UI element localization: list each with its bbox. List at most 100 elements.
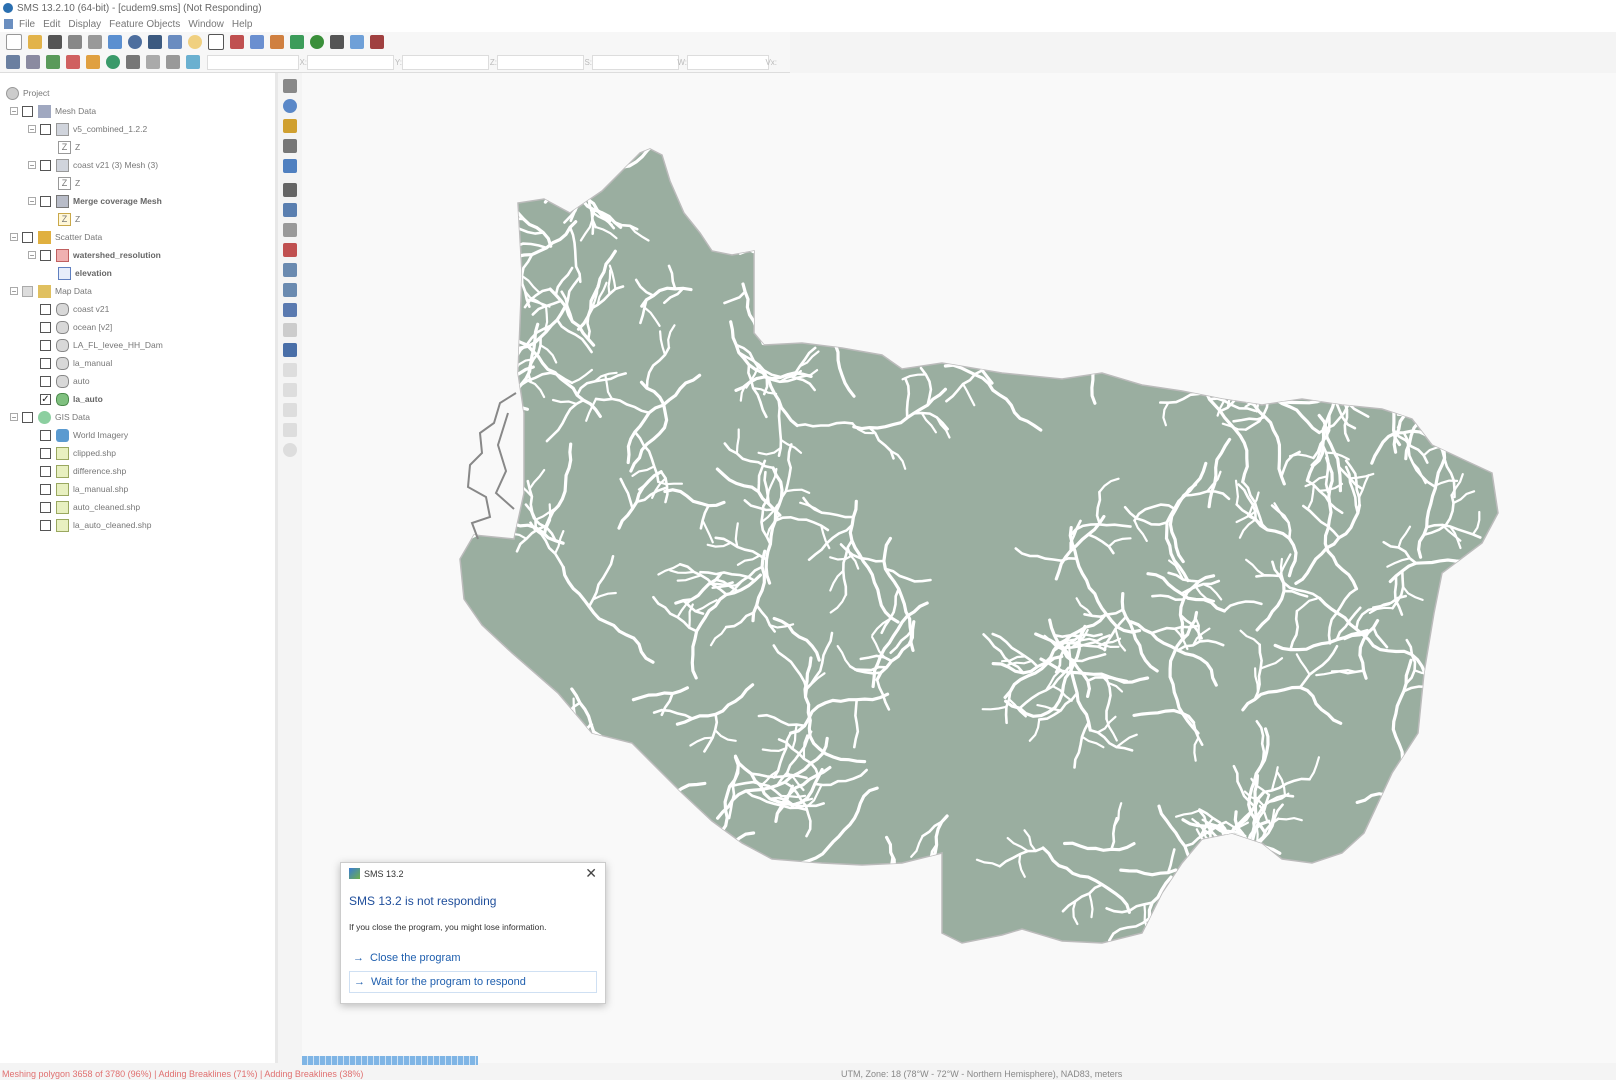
tree-item-map-data[interactable]: − Map Data: [10, 283, 92, 299]
measure-icon[interactable]: [283, 139, 297, 153]
curvilinear-module-icon[interactable]: [186, 55, 200, 69]
collapse-toggle[interactable]: −: [28, 197, 36, 206]
zoom-tool-icon[interactable]: [283, 99, 297, 113]
pan-icon[interactable]: [283, 79, 297, 93]
visibility-checkbox[interactable]: [40, 339, 51, 351]
toolbox-icon[interactable]: [370, 35, 384, 49]
tools-icon[interactable]: [330, 35, 344, 49]
visibility-checkbox[interactable]: [40, 123, 51, 135]
select-feature-icon[interactable]: [283, 203, 297, 217]
cartesian-grid-icon[interactable]: [26, 55, 40, 69]
tree-item-elevation[interactable]: elevation: [58, 265, 112, 281]
visibility-checkbox[interactable]: [40, 321, 51, 333]
select-vertex-icon[interactable]: [283, 263, 297, 277]
gis-module-icon[interactable]: [106, 55, 120, 69]
tree-project[interactable]: Project: [6, 85, 49, 101]
collapse-toggle[interactable]: −: [10, 413, 18, 422]
tree-item-ocean-v2[interactable]: ocean [v2]: [40, 319, 112, 335]
collapse-toggle[interactable]: −: [10, 107, 18, 116]
visibility-checkbox[interactable]: [40, 303, 51, 315]
menu-help[interactable]: Help: [232, 19, 253, 30]
visibility-checkbox[interactable]: [40, 159, 51, 171]
display-options-icon[interactable]: [148, 35, 162, 49]
1d-grid-module-icon[interactable]: [166, 55, 180, 69]
tree-item-la-auto-cleaned-shp[interactable]: la_auto_cleaned.shp: [40, 517, 151, 533]
tree-item-auto[interactable]: auto: [40, 373, 90, 389]
plot-icon[interactable]: [230, 35, 244, 49]
visibility-checkbox[interactable]: [40, 195, 51, 207]
panel-splitter[interactable]: [275, 73, 278, 1063]
tree-item-scatter-data[interactable]: − Scatter Data: [10, 229, 102, 245]
visibility-checkbox[interactable]: [40, 483, 51, 495]
close-program-button[interactable]: → Close the program: [349, 947, 597, 969]
visibility-checkbox[interactable]: [40, 447, 51, 459]
menu-edit[interactable]: Edit: [43, 19, 60, 30]
save-icon[interactable]: [48, 35, 62, 49]
visibility-checkbox-checked[interactable]: ✓: [40, 393, 51, 405]
delete-icon[interactable]: [88, 35, 102, 49]
s-field[interactable]: S:: [497, 54, 592, 70]
visibility-checkbox[interactable]: [40, 375, 51, 387]
tree-item-v5-combined[interactable]: − v5_combined_1.2.2: [28, 121, 147, 137]
select-arc-icon[interactable]: [283, 283, 297, 297]
tree-item-auto-cleaned-shp[interactable]: auto_cleaned.shp: [40, 499, 140, 515]
w-field[interactable]: W:: [592, 54, 687, 70]
contour-icon[interactable]: [250, 35, 264, 49]
quadtree-module-icon[interactable]: [146, 55, 160, 69]
tree-item-watershed-resolution[interactable]: − watershed_resolution: [28, 247, 161, 263]
wait-program-button[interactable]: → Wait for the program to respond: [349, 971, 597, 993]
globe-icon[interactable]: [310, 35, 324, 49]
tree-item-merge-coverage-mesh[interactable]: − Merge coverage Mesh: [28, 193, 162, 209]
draw-tool-icon[interactable]: [283, 363, 297, 377]
open-folder-icon[interactable]: [28, 35, 42, 49]
visibility-checkbox[interactable]: [40, 519, 51, 531]
chart-icon[interactable]: [270, 35, 284, 49]
grid-module-icon[interactable]: [46, 55, 60, 69]
tree-item-la-fl-levee[interactable]: LA_FL_levee_HH_Dam: [40, 337, 163, 353]
sparkle-icon[interactable]: [350, 35, 364, 49]
map-module-icon[interactable]: [86, 55, 100, 69]
select-rectangle-icon[interactable]: [283, 423, 297, 437]
collapse-toggle[interactable]: −: [10, 287, 18, 296]
select-polygon-icon[interactable]: [283, 323, 297, 337]
add-data-icon[interactable]: [290, 35, 304, 49]
tree-item-coast-v21[interactable]: coast v21: [40, 301, 109, 317]
rotate-icon[interactable]: [283, 119, 297, 133]
visibility-checkbox[interactable]: [22, 105, 33, 117]
x-coordinate-field[interactable]: X:: [207, 54, 307, 70]
tree-item-z-dataset[interactable]: Z Z: [58, 139, 80, 155]
dialog-close-icon[interactable]: ✕: [585, 865, 597, 882]
visibility-checkbox[interactable]: [40, 429, 51, 441]
z-coordinate-field[interactable]: Z:: [402, 54, 497, 70]
collapse-toggle[interactable]: −: [28, 125, 36, 134]
tree-item-coast-v21-mesh[interactable]: − coast v21 (3) Mesh (3): [28, 157, 158, 173]
tree-item-z-dataset[interactable]: Z Z: [58, 211, 80, 227]
zoom-icon[interactable]: [128, 35, 142, 49]
tree-item-clipped-shp[interactable]: clipped.shp: [40, 445, 116, 461]
tree-item-la-manual[interactable]: la_manual: [40, 355, 112, 371]
select-arrow-icon[interactable]: [283, 183, 297, 197]
pencil-icon[interactable]: [283, 383, 297, 397]
tree-item-mesh-data[interactable]: − Mesh Data: [10, 103, 96, 119]
menu-file[interactable]: File: [19, 19, 35, 30]
visibility-checkbox[interactable]: [40, 249, 51, 261]
collapse-toggle[interactable]: −: [28, 161, 36, 170]
visibility-checkbox[interactable]: [22, 231, 33, 243]
create-point-icon[interactable]: [283, 223, 297, 237]
visibility-checkbox[interactable]: [22, 285, 33, 297]
select-group-icon[interactable]: [283, 343, 297, 357]
visibility-checkbox[interactable]: [40, 357, 51, 369]
frame-icon[interactable]: [208, 34, 224, 50]
menu-feature-objects[interactable]: Feature Objects: [109, 19, 180, 30]
print-icon[interactable]: [68, 35, 82, 49]
light-icon[interactable]: [188, 35, 202, 49]
collapse-toggle[interactable]: −: [10, 233, 18, 242]
menu-display[interactable]: Display: [68, 19, 101, 30]
create-curve-icon[interactable]: [283, 303, 297, 317]
scatter-module-icon[interactable]: [66, 55, 80, 69]
visibility-checkbox[interactable]: [40, 465, 51, 477]
refresh-icon[interactable]: [108, 35, 122, 49]
tree-item-world-imagery[interactable]: World Imagery: [40, 427, 128, 443]
vx-field[interactable]: Vx:: [687, 54, 777, 70]
rectangle-icon[interactable]: [283, 403, 297, 417]
